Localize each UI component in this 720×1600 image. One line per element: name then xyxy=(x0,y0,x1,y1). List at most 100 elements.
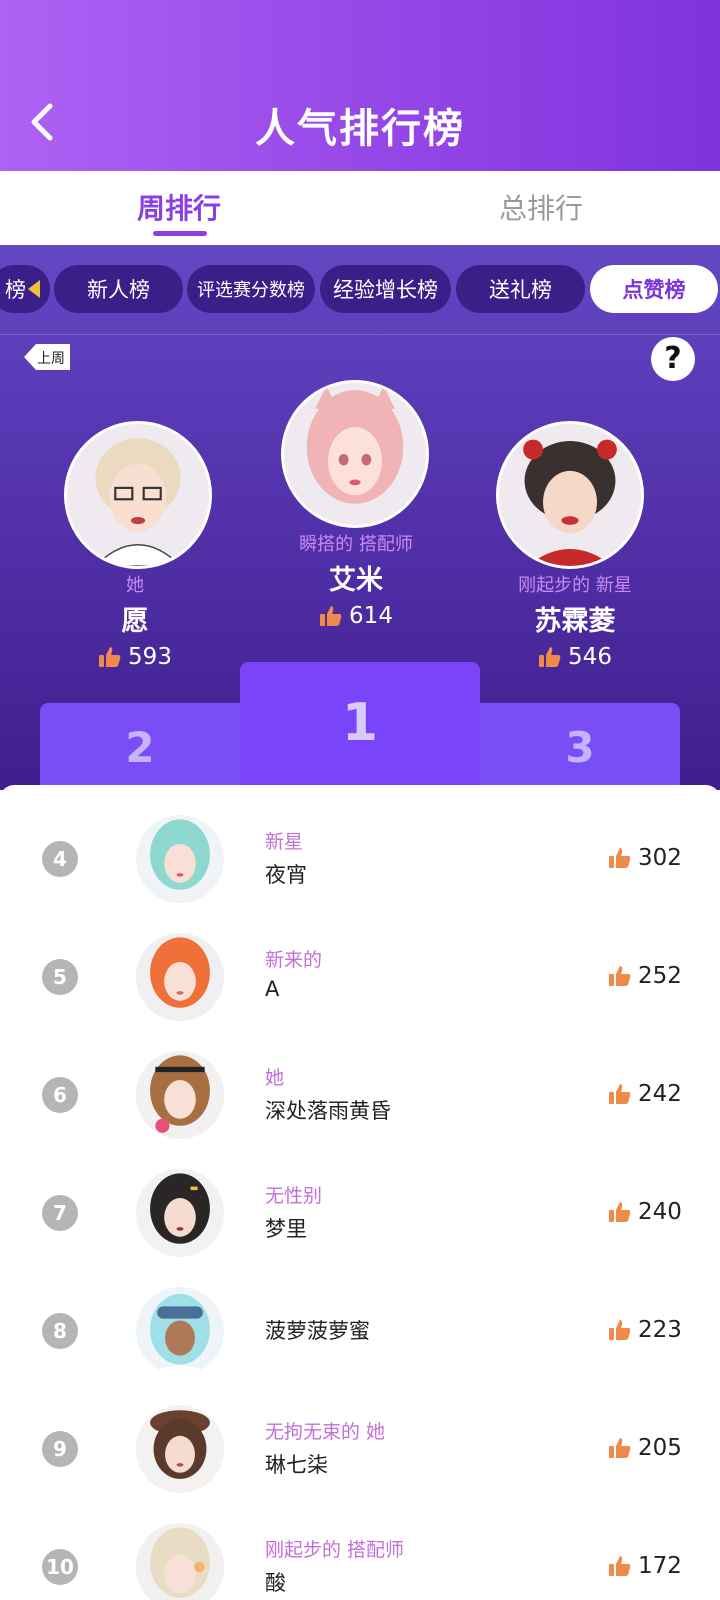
arrow-left-icon xyxy=(28,280,40,298)
main-tabs: 周排行 总排行 xyxy=(0,171,720,245)
avatar[interactable] xyxy=(136,1287,224,1375)
list-item[interactable]: 8 菠萝菠萝蜜 223 xyxy=(0,1257,720,1375)
thumbs-up-icon xyxy=(609,1084,631,1104)
rank-badge: 10 xyxy=(42,1549,78,1585)
podium-likes: 593 xyxy=(30,644,240,670)
thumbs-up-icon xyxy=(609,1438,631,1458)
avatar[interactable] xyxy=(136,1169,224,1257)
thumbs-up-icon xyxy=(609,1320,631,1340)
thumbs-up-icon xyxy=(539,647,561,667)
rank-badge: 4 xyxy=(42,841,78,877)
list-item[interactable]: 5 新来的 A 252 xyxy=(0,903,720,1021)
thumbs-up-icon xyxy=(609,1202,631,1222)
podium-name: 艾米 xyxy=(329,565,383,596)
rank-badge: 5 xyxy=(42,959,78,995)
likes: 172 xyxy=(608,1553,682,1579)
likes-count: 252 xyxy=(638,963,682,989)
last-week-label: 上周 xyxy=(37,351,65,367)
avatar[interactable] xyxy=(136,815,224,903)
thumbs-up-icon xyxy=(99,647,121,667)
podium-third-info: 刚起步的 新星 苏霖菱 546 xyxy=(470,571,680,670)
podium-title: 刚起步的 新星 xyxy=(518,575,632,596)
avatar[interactable] xyxy=(136,1523,224,1600)
ranking-list: 4 新星 夜宵 302 5 新来的 A 252 6 她 深处落雨黄昏 242 7… xyxy=(0,785,720,1600)
rank-badge: 6 xyxy=(42,1077,78,1113)
thumbs-up-icon xyxy=(609,966,631,986)
podium-name: 苏霖菱 xyxy=(534,606,616,637)
avatar-image xyxy=(284,383,426,525)
podium-title: 瞬搭的 搭配师 xyxy=(299,534,413,555)
avatar-image xyxy=(67,424,209,566)
divider xyxy=(0,334,720,335)
avatar[interactable] xyxy=(136,1051,224,1139)
podium-block-3: 3 xyxy=(480,703,680,793)
user-title: 新来的 xyxy=(265,949,323,971)
user-title: 无拘无束的 她 xyxy=(265,1421,386,1443)
podium-block-1: 1 xyxy=(240,662,480,793)
likes: 240 xyxy=(608,1199,682,1225)
user-title: 新星 xyxy=(265,831,304,853)
likes: 242 xyxy=(608,1081,682,1107)
likes: 252 xyxy=(608,963,682,989)
tab-total[interactable]: 总排行 xyxy=(499,187,583,227)
tab-indicator xyxy=(153,231,207,236)
top-bar: 人气排行榜 xyxy=(0,0,720,171)
podium-likes: 614 xyxy=(246,603,466,629)
chip-previous[interactable]: 榜 xyxy=(0,265,50,313)
likes-count: 614 xyxy=(349,603,393,629)
podium-first-info: 瞬搭的 搭配师 艾米 614 xyxy=(246,530,466,629)
avatar-image xyxy=(136,933,224,1021)
ranking-board: 榜 新人榜 评选赛分数榜 经验增长榜 送礼榜 点赞榜 上周 ? 她 愿 593 … xyxy=(0,245,720,793)
user-title: 刚起步的 搭配师 xyxy=(265,1539,405,1561)
likes-count: 242 xyxy=(638,1081,682,1107)
chip-previous-label: 榜 xyxy=(5,278,26,302)
avatar-image xyxy=(136,1523,224,1600)
chip-newcomer[interactable]: 新人榜 xyxy=(54,265,183,313)
likes-count: 240 xyxy=(638,1199,682,1225)
chip-likes[interactable]: 点赞榜 xyxy=(590,265,718,313)
rank-badge: 8 xyxy=(42,1313,78,1349)
rank-badge: 9 xyxy=(42,1431,78,1467)
avatar-rank-3[interactable] xyxy=(496,421,644,569)
user-title: 无性别 xyxy=(265,1185,323,1207)
avatar-image xyxy=(136,815,224,903)
list-item[interactable]: 7 无性别 梦里 240 xyxy=(0,1139,720,1257)
avatar[interactable] xyxy=(136,1405,224,1493)
likes: 205 xyxy=(608,1435,682,1461)
list-item[interactable]: 10 刚起步的 搭配师 酸 172 xyxy=(0,1493,720,1600)
user-name: 菠萝菠萝蜜 xyxy=(265,1319,370,1343)
user-name: A xyxy=(265,977,280,1001)
list-item[interactable]: 9 无拘无束的 她 琳七柒 205 xyxy=(0,1375,720,1493)
podium-title: 她 xyxy=(126,575,144,596)
user-title: 她 xyxy=(265,1067,285,1089)
list-item[interactable]: 6 她 深处落雨黄昏 242 xyxy=(0,1021,720,1139)
avatar-image xyxy=(499,424,641,566)
avatar-image xyxy=(136,1287,224,1375)
likes: 302 xyxy=(608,845,682,871)
avatar[interactable] xyxy=(136,933,224,1021)
list-item[interactable]: 4 新星 夜宵 302 xyxy=(0,785,720,903)
chip-exp-growth[interactable]: 经验增长榜 xyxy=(320,265,451,313)
rank-badge: 7 xyxy=(42,1195,78,1231)
avatar-rank-1[interactable] xyxy=(281,380,429,528)
likes-count: 205 xyxy=(638,1435,682,1461)
podium-name: 愿 xyxy=(121,606,149,637)
likes-count: 302 xyxy=(638,845,682,871)
avatar-image xyxy=(136,1051,224,1139)
user-name: 夜宵 xyxy=(265,863,307,887)
chip-contest-score[interactable]: 评选赛分数榜 xyxy=(187,265,315,313)
likes-count: 546 xyxy=(568,644,612,670)
user-name: 琳七柒 xyxy=(265,1453,328,1477)
avatar-rank-2[interactable] xyxy=(64,421,212,569)
likes-count: 172 xyxy=(638,1553,682,1579)
tab-weekly[interactable]: 周排行 xyxy=(137,187,221,227)
likes: 223 xyxy=(608,1317,682,1343)
avatar-image xyxy=(136,1169,224,1257)
user-name: 梦里 xyxy=(265,1217,307,1241)
thumbs-up-icon xyxy=(609,1556,631,1576)
podium-second-info: 她 愿 593 xyxy=(30,571,240,670)
chip-gifts[interactable]: 送礼榜 xyxy=(456,265,585,313)
help-button[interactable]: ? xyxy=(651,337,695,381)
last-week-tag[interactable]: 上周 xyxy=(24,342,70,372)
likes-count: 593 xyxy=(128,644,172,670)
